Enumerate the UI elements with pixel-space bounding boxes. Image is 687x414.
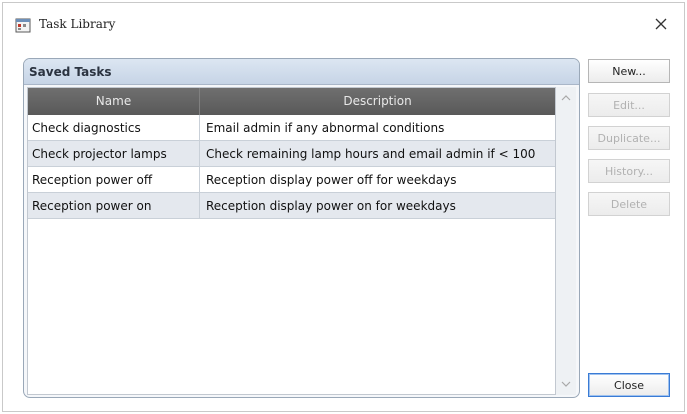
history-button[interactable]: History...: [588, 159, 670, 183]
close-button[interactable]: Close: [588, 373, 670, 397]
task-name: Reception power on: [28, 193, 200, 219]
table-row[interactable]: Check projector lamps Check remaining la…: [28, 141, 555, 167]
group-header: Saved Tasks: [24, 59, 579, 85]
saved-tasks-group: Saved Tasks Name Description Check diagn…: [23, 58, 580, 398]
scroll-up-icon[interactable]: [560, 93, 572, 103]
column-header-name[interactable]: Name: [28, 88, 200, 115]
edit-button[interactable]: Edit...: [588, 93, 670, 117]
task-name: Check diagnostics: [28, 115, 200, 141]
task-name: Reception power off: [28, 167, 200, 193]
column-header-description[interactable]: Description: [200, 88, 555, 115]
window-title: Task Library: [39, 17, 116, 31]
vertical-scrollbar[interactable]: [556, 87, 576, 395]
new-button[interactable]: New...: [588, 59, 670, 83]
task-library-dialog: Task Library Saved Tasks Name Descriptio…: [2, 2, 685, 412]
table-row[interactable]: Reception power off Reception display po…: [28, 167, 555, 193]
calendar-task-icon: [15, 17, 31, 33]
group-title: Saved Tasks: [29, 65, 112, 79]
task-name: Check projector lamps: [28, 141, 200, 167]
table-row[interactable]: Check diagnostics Email admin if any abn…: [28, 115, 555, 141]
close-icon[interactable]: [650, 13, 672, 35]
task-description: Check remaining lamp hours and email adm…: [206, 147, 536, 161]
task-description: Reception display power off for weekdays: [206, 173, 457, 187]
title-bar: Task Library: [3, 3, 684, 47]
duplicate-button[interactable]: Duplicate...: [588, 126, 670, 150]
task-description: Reception display power on for weekdays: [206, 199, 456, 213]
tasks-table: Name Description Check diagnostics Email…: [27, 87, 556, 395]
delete-button[interactable]: Delete: [588, 192, 670, 216]
table-header: Name Description: [28, 88, 555, 115]
task-description: Email admin if any abnormal conditions: [206, 121, 445, 135]
scroll-down-icon[interactable]: [560, 379, 572, 389]
table-row[interactable]: Reception power on Reception display pow…: [28, 193, 555, 219]
